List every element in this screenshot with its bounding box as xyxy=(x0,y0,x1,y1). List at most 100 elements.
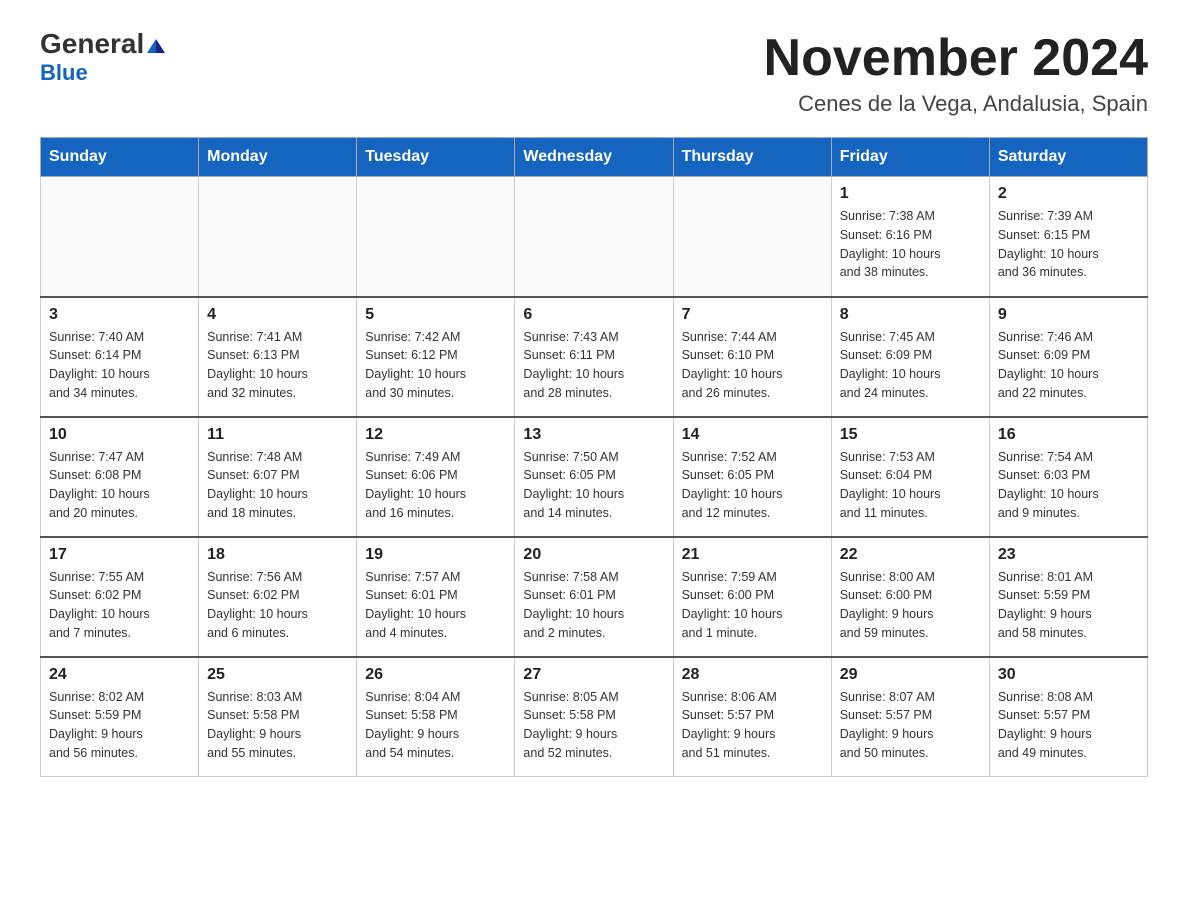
day-cell: 1Sunrise: 7:38 AMSunset: 6:16 PMDaylight… xyxy=(831,177,989,297)
day-number: 7 xyxy=(682,306,823,324)
day-info: Sunrise: 8:08 AMSunset: 5:57 PMDaylight:… xyxy=(998,688,1139,763)
day-cell: 28Sunrise: 8:06 AMSunset: 5:57 PMDayligh… xyxy=(673,657,831,777)
page-header: General Blue November 2024 Cenes de la V… xyxy=(40,30,1148,117)
weekday-header-saturday: Saturday xyxy=(989,138,1147,177)
week-row-4: 17Sunrise: 7:55 AMSunset: 6:02 PMDayligh… xyxy=(41,537,1148,657)
day-info: Sunrise: 7:40 AMSunset: 6:14 PMDaylight:… xyxy=(49,328,190,403)
day-number: 24 xyxy=(49,666,190,684)
day-cell xyxy=(199,177,357,297)
day-cell: 14 Sunrise: 7:52 AMSunset: 6:05 PMDayligh… xyxy=(673,417,831,537)
day-number: 13 xyxy=(523,426,664,444)
day-number: 21 xyxy=(682,546,823,564)
day-cell: 21 Sunrise: 7:59 AMSunset: 6:00 PMDayligh… xyxy=(673,537,831,657)
day-cell: 9 Sunrise: 7:46 AMSunset: 6:09 PMDaylight… xyxy=(989,297,1147,417)
day-info: Sunrise: 7:46 AMSunset: 6:09 PMDaylight:… xyxy=(998,328,1139,403)
weekday-header-tuesday: Tuesday xyxy=(357,138,515,177)
day-cell: 24 Sunrise: 8:02 AMSunset: 5:59 PMDayligh… xyxy=(41,657,199,777)
day-number: 2 xyxy=(998,185,1139,203)
day-info: Sunrise: 7:49 AMSunset: 6:06 PMDaylight:… xyxy=(365,448,506,523)
day-number: 3 xyxy=(49,306,190,324)
weekday-header-thursday: Thursday xyxy=(673,138,831,177)
day-cell: 22 Sunrise: 8:00 AMSunset: 6:00 PMDayligh… xyxy=(831,537,989,657)
day-info: Sunrise: 7:55 AMSunset: 6:02 PMDaylight:… xyxy=(49,568,190,643)
day-cell: 25 Sunrise: 8:03 AMSunset: 5:58 PMDayligh… xyxy=(199,657,357,777)
week-row-2: 3 Sunrise: 7:40 AMSunset: 6:14 PMDaylight… xyxy=(41,297,1148,417)
day-number: 19 xyxy=(365,546,506,564)
day-info: Sunrise: 7:45 AMSunset: 6:09 PMDaylight:… xyxy=(840,328,981,403)
day-cell: 3 Sunrise: 7:40 AMSunset: 6:14 PMDaylight… xyxy=(41,297,199,417)
week-row-3: 10 Sunrise: 7:47 AMSunset: 6:08 PMDayligh… xyxy=(41,417,1148,537)
logo-line2: Blue xyxy=(40,60,88,86)
day-info: Sunrise: 8:03 AMSunset: 5:58 PMDaylight:… xyxy=(207,688,348,763)
day-number: 9 xyxy=(998,306,1139,324)
logo-line1: General xyxy=(40,30,165,58)
day-cell: 8Sunrise: 7:45 AMSunset: 6:09 PMDaylight… xyxy=(831,297,989,417)
day-cell: 23 Sunrise: 8:01 AMSunset: 5:59 PMDayligh… xyxy=(989,537,1147,657)
day-cell: 27 Sunrise: 8:05 AMSunset: 5:58 PMDayligh… xyxy=(515,657,673,777)
day-cell: 2 Sunrise: 7:39 AMSunset: 6:15 PMDaylight… xyxy=(989,177,1147,297)
weekday-header-sunday: Sunday xyxy=(41,138,199,177)
day-cell: 7 Sunrise: 7:44 AMSunset: 6:10 PMDaylight… xyxy=(673,297,831,417)
main-title: November 2024 xyxy=(764,30,1148,87)
day-info: Sunrise: 7:59 AMSunset: 6:00 PMDaylight:… xyxy=(682,568,823,643)
title-area: November 2024 Cenes de la Vega, Andalusi… xyxy=(764,30,1148,117)
day-number: 22 xyxy=(840,546,981,564)
day-info: Sunrise: 7:54 AMSunset: 6:03 PMDaylight:… xyxy=(998,448,1139,523)
day-number: 1 xyxy=(840,185,981,203)
day-cell: 29 Sunrise: 8:07 AMSunset: 5:57 PMDayligh… xyxy=(831,657,989,777)
day-cell: 30Sunrise: 8:08 AMSunset: 5:57 PMDayligh… xyxy=(989,657,1147,777)
day-info: Sunrise: 8:06 AMSunset: 5:57 PMDaylight:… xyxy=(682,688,823,763)
day-number: 29 xyxy=(840,666,981,684)
week-row-5: 24 Sunrise: 8:02 AMSunset: 5:59 PMDayligh… xyxy=(41,657,1148,777)
day-cell: 12 Sunrise: 7:49 AMSunset: 6:06 PMDayligh… xyxy=(357,417,515,537)
day-info: Sunrise: 7:43 AMSunset: 6:11 PMDaylight:… xyxy=(523,328,664,403)
day-number: 16 xyxy=(998,426,1139,444)
day-number: 20 xyxy=(523,546,664,564)
day-info: Sunrise: 7:47 AMSunset: 6:08 PMDaylight:… xyxy=(49,448,190,523)
day-cell: 20Sunrise: 7:58 AMSunset: 6:01 PMDayligh… xyxy=(515,537,673,657)
day-info: Sunrise: 8:04 AMSunset: 5:58 PMDaylight:… xyxy=(365,688,506,763)
day-cell: 5 Sunrise: 7:42 AMSunset: 6:12 PMDaylight… xyxy=(357,297,515,417)
day-cell: 19Sunrise: 7:57 AMSunset: 6:01 PMDayligh… xyxy=(357,537,515,657)
logo: General Blue xyxy=(40,30,165,86)
day-info: Sunrise: 7:52 AMSunset: 6:05 PMDaylight:… xyxy=(682,448,823,523)
day-number: 10 xyxy=(49,426,190,444)
day-number: 11 xyxy=(207,426,348,444)
day-info: Sunrise: 7:44 AMSunset: 6:10 PMDaylight:… xyxy=(682,328,823,403)
day-number: 5 xyxy=(365,306,506,324)
weekday-header-monday: Monday xyxy=(199,138,357,177)
day-info: Sunrise: 7:41 AMSunset: 6:13 PMDaylight:… xyxy=(207,328,348,403)
day-info: Sunrise: 8:07 AMSunset: 5:57 PMDaylight:… xyxy=(840,688,981,763)
day-cell xyxy=(673,177,831,297)
day-number: 23 xyxy=(998,546,1139,564)
day-info: Sunrise: 8:01 AMSunset: 5:59 PMDaylight:… xyxy=(998,568,1139,643)
day-number: 15 xyxy=(840,426,981,444)
day-cell xyxy=(515,177,673,297)
day-cell xyxy=(357,177,515,297)
day-cell xyxy=(41,177,199,297)
weekday-header-wednesday: Wednesday xyxy=(515,138,673,177)
day-info: Sunrise: 8:05 AMSunset: 5:58 PMDaylight:… xyxy=(523,688,664,763)
day-number: 25 xyxy=(207,666,348,684)
weekday-header-row: SundayMondayTuesdayWednesdayThursdayFrid… xyxy=(41,138,1148,177)
day-cell: 15Sunrise: 7:53 AMSunset: 6:04 PMDayligh… xyxy=(831,417,989,537)
day-number: 14 xyxy=(682,426,823,444)
day-info: Sunrise: 7:39 AMSunset: 6:15 PMDaylight:… xyxy=(998,207,1139,282)
day-cell: 17Sunrise: 7:55 AMSunset: 6:02 PMDayligh… xyxy=(41,537,199,657)
day-number: 27 xyxy=(523,666,664,684)
day-info: Sunrise: 8:02 AMSunset: 5:59 PMDaylight:… xyxy=(49,688,190,763)
day-cell: 26 Sunrise: 8:04 AMSunset: 5:58 PMDayligh… xyxy=(357,657,515,777)
day-cell: 4 Sunrise: 7:41 AMSunset: 6:13 PMDaylight… xyxy=(199,297,357,417)
day-number: 26 xyxy=(365,666,506,684)
day-info: Sunrise: 7:42 AMSunset: 6:12 PMDaylight:… xyxy=(365,328,506,403)
day-cell: 11 Sunrise: 7:48 AMSunset: 6:07 PMDayligh… xyxy=(199,417,357,537)
week-row-1: 1Sunrise: 7:38 AMSunset: 6:16 PMDaylight… xyxy=(41,177,1148,297)
day-number: 4 xyxy=(207,306,348,324)
day-info: Sunrise: 8:00 AMSunset: 6:00 PMDaylight:… xyxy=(840,568,981,643)
day-info: Sunrise: 7:48 AMSunset: 6:07 PMDaylight:… xyxy=(207,448,348,523)
day-cell: 13Sunrise: 7:50 AMSunset: 6:05 PMDayligh… xyxy=(515,417,673,537)
day-cell: 10 Sunrise: 7:47 AMSunset: 6:08 PMDayligh… xyxy=(41,417,199,537)
subtitle: Cenes de la Vega, Andalusia, Spain xyxy=(764,91,1148,117)
day-cell: 6Sunrise: 7:43 AMSunset: 6:11 PMDaylight… xyxy=(515,297,673,417)
day-number: 12 xyxy=(365,426,506,444)
